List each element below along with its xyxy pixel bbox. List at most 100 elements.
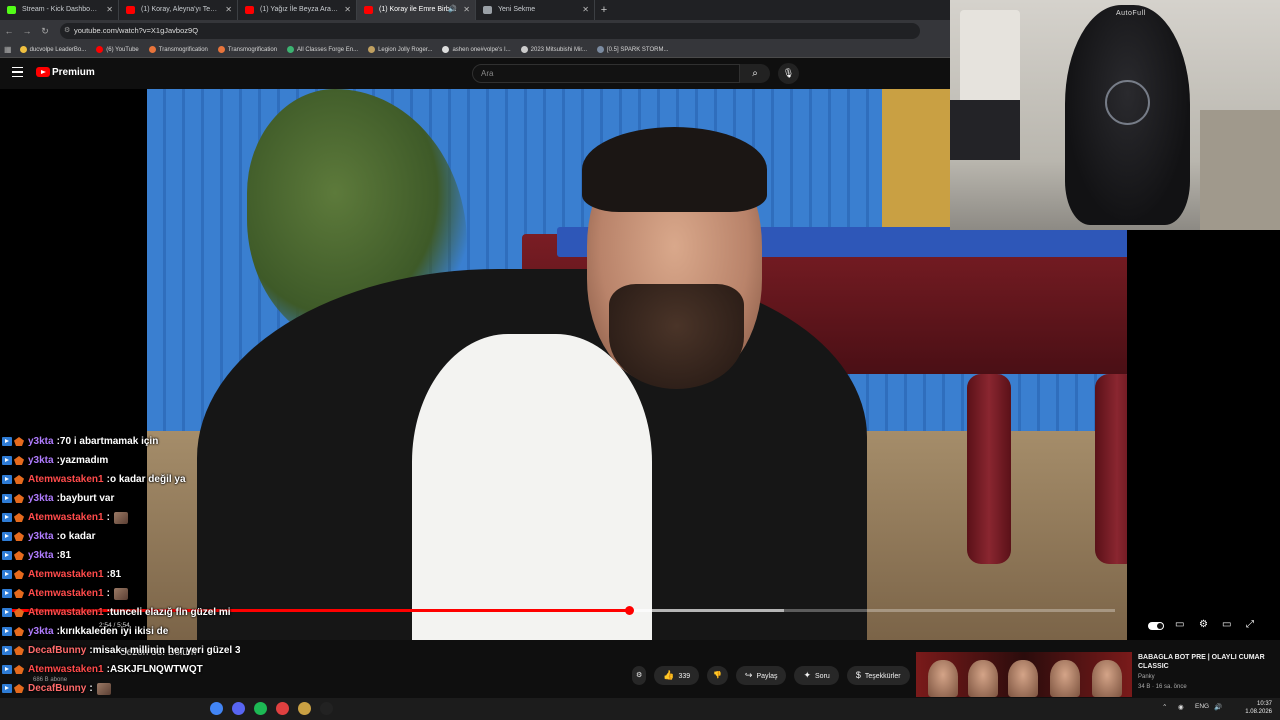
settings-icon[interactable]: ⚙ [1199,619,1208,630]
fox-badge-icon [14,570,24,579]
platform-badge-icon [2,570,12,579]
platform-badge-icon [2,494,12,503]
close-tab-icon[interactable]: ✕ [582,0,589,20]
subtitles-icon[interactable]: ▭ [1175,619,1184,630]
youtube-logo-icon[interactable] [36,67,50,77]
chat-text: o kadar değil ya [109,474,186,485]
thumbs-down-icon: 👎 [713,672,722,679]
tiktok-icon[interactable] [320,702,333,715]
spotify-icon[interactable] [254,702,267,715]
chat-username[interactable]: Atemwastaken1 [28,664,104,675]
close-tab-icon[interactable]: ✕ [463,0,470,20]
like-button[interactable]: 👍 339 [654,666,700,685]
bookmark-item[interactable]: All Classes Forge En... [287,46,358,53]
url-input[interactable]: ⚙ youtube.com/watch?v=X1gJavboz9Q [60,23,920,39]
recommended-channel[interactable]: Panky [1138,674,1155,680]
new-tab-button[interactable]: + [595,0,613,20]
thanks-button[interactable]: $ Teşekkürler [846,666,910,685]
tray-chevron-icon[interactable]: ⌃ [1162,703,1167,711]
bookmark-item[interactable]: ashen one#volpe's I... [442,46,511,53]
chat-username[interactable]: Atemwastaken1 [28,512,104,523]
share-button[interactable]: ↪ Paylaş [735,666,787,685]
browser-tab[interactable]: (1) Yağız İle Beyza Arasında Böy... ✕ [238,0,357,20]
chat-username[interactable]: y3kta [28,550,54,561]
chat-username[interactable]: DecafBunny [28,683,86,694]
chat-text: ASKJFLNQWTWQT [109,664,203,675]
fox-badge-icon [14,589,24,598]
chat-username[interactable]: Atemwastaken1 [28,607,104,618]
recommended-thumbnail[interactable] [916,652,1132,697]
chat-username[interactable]: y3kta [28,626,54,637]
video-table-leg [967,374,1011,564]
menu-icon[interactable] [12,67,23,77]
language-indicator[interactable]: ENG [1195,703,1209,710]
theater-icon[interactable]: ▭ [1222,619,1231,630]
app-icon[interactable] [276,702,289,715]
chat-text: o kadar [59,531,96,542]
bookmark-label: All Classes Forge En... [297,46,359,53]
url-text: youtube.com/watch?v=X1gJavboz9Q [74,26,199,35]
bookmark-item[interactable]: Legion Jolly Roger... [368,46,432,53]
close-tab-icon[interactable]: ✕ [106,0,113,20]
chat-username[interactable]: y3kta [28,436,54,447]
recommended-title[interactable]: BABAGLA BOT PRE | OLAYLI CUMAR CLASSIC [1138,653,1273,671]
gear-icon[interactable]: ⚙ [632,666,647,685]
reload-icon[interactable]: ↻ [36,26,54,37]
tab-audio-icon[interactable]: 🔊 [448,0,457,20]
back-icon[interactable]: ← [0,26,18,36]
autoplay-toggle[interactable] [1148,622,1164,630]
dislike-button[interactable]: 👎 [707,666,728,685]
close-tab-icon[interactable]: ✕ [344,0,351,20]
chat-message: Atemwastaken1: ASKJFLNQWTWQT [2,660,203,679]
chat-username[interactable]: DecafBunny [28,645,86,656]
fullscreen-icon[interactable]: ⤢ [1246,619,1254,630]
share-label: Paylaş [756,673,778,680]
fox-badge-icon [14,684,24,693]
forward-icon[interactable]: → [18,26,36,36]
system-clock[interactable]: 10:37 1.08.2026 [1238,700,1272,716]
browser-tab[interactable]: (1) Koray ile Emre Birbirine... ✕ 🔊 [357,0,476,20]
fox-badge-icon [14,627,24,636]
browser-tab[interactable]: Stream - Kick Dashboard ✕ [0,0,119,20]
volume-icon[interactable]: 🔊 [1214,703,1222,711]
search-input[interactable]: Ara [472,64,740,83]
chat-username[interactable]: Atemwastaken1 [28,474,104,485]
bookmark-item[interactable]: [0.5] SPARK STORM... [597,46,668,53]
chat-username[interactable]: y3kta [28,493,54,504]
tab-favicon-icon [245,6,254,14]
apps-icon[interactable]: ▦ [4,45,12,54]
site-info-icon[interactable]: ⚙ [64,23,70,39]
bookmark-item[interactable]: Transmogrification [148,46,208,53]
browser-tab[interactable]: Yeni Sekme ✕ [476,0,595,20]
bookmark-item[interactable]: (6) YouTube [96,46,139,53]
platform-badge-icon [2,589,12,598]
bookmark-favicon-icon [217,46,225,53]
chat-username[interactable]: y3kta [28,531,54,542]
chat-username[interactable]: Atemwastaken1 [28,569,104,580]
bookmark-item[interactable]: Transmogrification [217,46,277,53]
search-icon[interactable]: ⌕ [740,64,770,83]
discord-icon[interactable] [232,702,245,715]
chat-text: bayburt var [59,493,115,504]
video-table-leg [1095,374,1127,564]
bookmark-item[interactable]: ducvolpe LeaderBo... [19,46,86,53]
browser-tab[interactable]: (1) Koray, Aleyna'yı Terk Etti! Ö... ✕ [119,0,238,20]
bookmark-favicon-icon [19,46,27,53]
scrubber-handle[interactable] [624,606,634,615]
microphone-icon[interactable]: 🎙 [778,63,799,84]
ask-button[interactable]: ✦ Soru [794,666,839,685]
chat-username[interactable]: Atemwastaken1 [28,588,104,599]
app2-icon[interactable] [298,702,311,715]
bookmarks-bar: ▦ ducvolpe LeaderBo... (6) YouTube Transmo… [0,42,950,58]
tray-network-icon[interactable]: ◉ [1178,703,1184,711]
thumb-face [1050,660,1080,697]
bookmark-item[interactable]: 2023 Mitsubishi Mir... [520,46,587,53]
chrome-icon[interactable] [210,702,223,715]
youtube-brand[interactable]: Premium [52,67,95,78]
chat-emote-icon [113,587,128,600]
address-bar: ← → ↻ ⚙ youtube.com/watch?v=X1gJavboz9Q [0,20,950,42]
tab-favicon-icon [364,6,373,14]
close-tab-icon[interactable]: ✕ [225,0,232,20]
tab-title: (1) Yağız İle Beyza Arasında Böy... [260,6,357,13]
chat-username[interactable]: y3kta [28,455,54,466]
